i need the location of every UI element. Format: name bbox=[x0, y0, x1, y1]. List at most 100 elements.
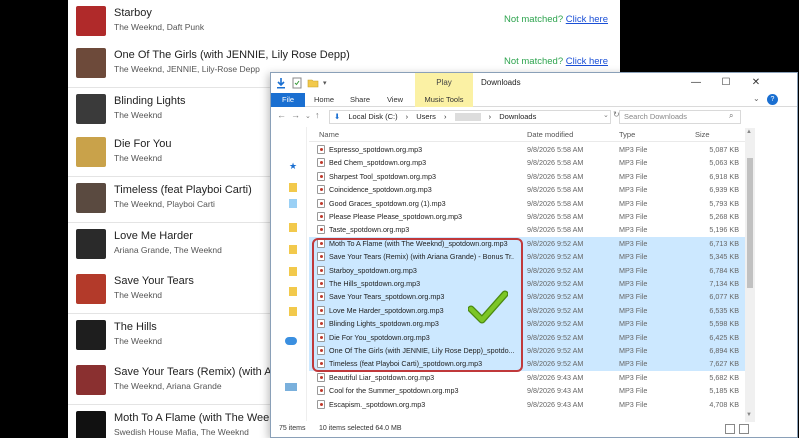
album-art bbox=[76, 94, 106, 124]
file-row[interactable]: Cool for the Summer_spotdown.org.mp3 9/8/… bbox=[309, 384, 745, 397]
file-name[interactable]: Please Please Please_spotdown.org.mp3 bbox=[329, 212, 514, 221]
file-date: 9/8/2026 9:52 AM bbox=[527, 265, 584, 275]
file-name[interactable]: Good Graces_spotdown.org (1).mp3 bbox=[329, 199, 514, 208]
file-date: 9/8/2026 5:58 AM bbox=[527, 198, 584, 208]
scroll-up-icon[interactable]: ▲ bbox=[746, 129, 752, 135]
nav-folder-icon[interactable] bbox=[289, 223, 297, 232]
window-title: Downloads bbox=[481, 78, 521, 87]
scroll-down-icon[interactable]: ▼ bbox=[746, 412, 752, 418]
file-row[interactable]: Good Graces_spotdown.org (1).mp3 9/8/2026… bbox=[309, 197, 745, 210]
file-size: 6,939 KB bbox=[709, 185, 739, 195]
nav-folder-icon[interactable] bbox=[289, 287, 297, 296]
column-type[interactable]: Type bbox=[619, 130, 635, 139]
file-row[interactable]: Bed Chem_spotdown.org.mp3 9/8/2026 5:58 A… bbox=[309, 156, 745, 169]
details-view-icon[interactable] bbox=[725, 424, 735, 434]
this-pc-icon[interactable] bbox=[285, 383, 297, 391]
file-name[interactable]: Cool for the Summer_spotdown.org.mp3 bbox=[329, 386, 514, 395]
song-row[interactable]: Starboy The Weeknd, Daft Punk Not matched?… bbox=[68, 0, 620, 46]
column-date-modified[interactable]: Date modified bbox=[527, 130, 573, 139]
nav-folder-icon[interactable] bbox=[289, 307, 297, 316]
click-here-link[interactable]: Click here bbox=[566, 14, 608, 25]
file-type: MP3 File bbox=[619, 212, 648, 221]
file-date: 9/8/2026 9:52 AM bbox=[527, 319, 584, 329]
status-selection: 10 items selected 64.0 MB bbox=[319, 425, 402, 432]
crumb-local-disk[interactable]: Local Disk (C:) bbox=[348, 112, 397, 121]
recent-locations-icon[interactable]: ⌄ bbox=[305, 112, 311, 120]
file-row[interactable]: Escapism._spotdown.org.mp3 9/8/2026 9:43 … bbox=[309, 398, 745, 411]
tab-file[interactable]: File bbox=[271, 93, 305, 107]
file-type: MP3 File bbox=[619, 305, 648, 315]
file-row[interactable]: Taste_spotdown.org.mp3 9/8/2026 5:58 AM MP… bbox=[309, 223, 745, 236]
file-size: 7,134 KB bbox=[709, 279, 739, 288]
song-title: Blinding Lights bbox=[114, 95, 186, 107]
nav-downloads-icon[interactable] bbox=[289, 199, 297, 208]
file-row[interactable]: Beautiful Liar_spotdown.org.mp3 9/8/2026 … bbox=[309, 371, 745, 384]
file-name[interactable]: Taste_spotdown.org.mp3 bbox=[329, 225, 514, 234]
mp3-file-icon bbox=[317, 171, 325, 181]
file-type: MP3 File bbox=[619, 346, 648, 355]
file-name[interactable]: Sharpest Tool_spotdown.org.mp3 bbox=[329, 172, 514, 181]
mp3-file-icon bbox=[317, 145, 325, 154]
crumb-username-blurred[interactable] bbox=[454, 113, 481, 122]
screen: Starboy The Weeknd, Daft Punk Not matched?… bbox=[0, 0, 799, 438]
tab-share[interactable]: Share bbox=[345, 93, 375, 107]
column-name[interactable]: Name bbox=[319, 130, 339, 139]
file-name[interactable]: Beautiful Liar_spotdown.org.mp3 bbox=[329, 373, 514, 382]
back-button[interactable]: ← bbox=[277, 110, 286, 120]
album-art bbox=[76, 183, 106, 213]
file-type: MP3 File bbox=[619, 332, 648, 342]
large-icons-view-icon[interactable] bbox=[739, 424, 749, 434]
file-row[interactable]: Sharpest Tool_spotdown.org.mp3 9/8/2026 5… bbox=[309, 170, 745, 183]
address-input[interactable]: ⬇ Local Disk (C:) › Users › › Downloads bbox=[329, 110, 611, 124]
address-dropdown-icon[interactable]: ⌄ bbox=[603, 111, 609, 119]
minimize-button[interactable]: — bbox=[681, 73, 711, 93]
help-icon[interactable]: ? bbox=[767, 94, 778, 105]
file-date: 9/8/2026 9:52 AM bbox=[527, 252, 584, 262]
file-name[interactable]: Bed Chem_spotdown.org.mp3 bbox=[329, 158, 514, 167]
file-name[interactable]: Escapism._spotdown.org.mp3 bbox=[329, 400, 514, 409]
vertical-scrollbar[interactable]: ▲ ▼ bbox=[745, 128, 755, 422]
ribbon-expand-icon[interactable]: ⌄ bbox=[753, 94, 760, 103]
song-artist: The Weeknd bbox=[114, 290, 163, 300]
click-here-link[interactable]: Click here bbox=[566, 56, 608, 67]
address-arrow-icon: ⬇ bbox=[334, 112, 341, 121]
song-title: The Hills bbox=[114, 321, 157, 333]
forward-button[interactable]: → bbox=[291, 110, 300, 120]
onedrive-icon[interactable] bbox=[285, 337, 297, 345]
file-row[interactable]: Espresso_spotdown.org.mp3 9/8/2026 5:58 A… bbox=[309, 143, 745, 156]
search-icon[interactable]: ⌕ bbox=[729, 111, 733, 121]
search-input[interactable]: Search Downloads bbox=[619, 110, 741, 124]
file-row[interactable]: Please Please Please_spotdown.org.mp3 9/8… bbox=[309, 210, 745, 223]
tab-view[interactable]: View bbox=[381, 93, 409, 107]
maximize-button[interactable]: ☐ bbox=[711, 73, 741, 93]
crumb-downloads[interactable]: Downloads bbox=[499, 112, 536, 121]
song-title: Timeless (feat Playboi Carti) bbox=[114, 184, 252, 196]
tab-music-tools[interactable]: Music Tools bbox=[415, 93, 473, 107]
tab-play[interactable]: Play bbox=[415, 73, 473, 93]
file-name[interactable]: Espresso_spotdown.org.mp3 bbox=[329, 145, 514, 154]
not-matched-text: Not matched? bbox=[503, 56, 564, 67]
album-art bbox=[76, 137, 106, 167]
file-size: 7,627 KB bbox=[709, 359, 739, 369]
nav-folder-icon[interactable] bbox=[289, 183, 297, 192]
file-row[interactable]: Coincidence_spotdown.org.mp3 9/8/2026 5:5… bbox=[309, 183, 745, 196]
column-size[interactable]: Size bbox=[695, 130, 710, 139]
arrow-down-icon[interactable] bbox=[275, 77, 287, 89]
quick-access-star-icon[interactable]: ★ bbox=[289, 161, 297, 171]
tab-home[interactable]: Home bbox=[309, 93, 339, 107]
file-type: MP3 File bbox=[619, 145, 648, 154]
file-size: 6,077 KB bbox=[709, 292, 739, 302]
qat-dropdown-icon[interactable]: ▾ bbox=[323, 79, 327, 87]
crumb-users[interactable]: Users bbox=[416, 112, 436, 121]
folder-icon[interactable] bbox=[307, 77, 319, 89]
properties-icon[interactable] bbox=[291, 77, 303, 89]
close-button[interactable]: ✕ bbox=[741, 73, 771, 93]
file-size: 5,185 KB bbox=[709, 386, 739, 396]
file-date: 9/8/2026 5:58 AM bbox=[527, 145, 584, 154]
up-button[interactable]: ↑ bbox=[315, 110, 320, 120]
scrollbar-thumb[interactable] bbox=[747, 158, 753, 288]
file-name[interactable]: Coincidence_spotdown.org.mp3 bbox=[329, 185, 514, 194]
nav-folder-icon[interactable] bbox=[289, 245, 297, 254]
mp3-file-icon bbox=[317, 372, 325, 382]
nav-folder-icon[interactable] bbox=[289, 267, 297, 276]
